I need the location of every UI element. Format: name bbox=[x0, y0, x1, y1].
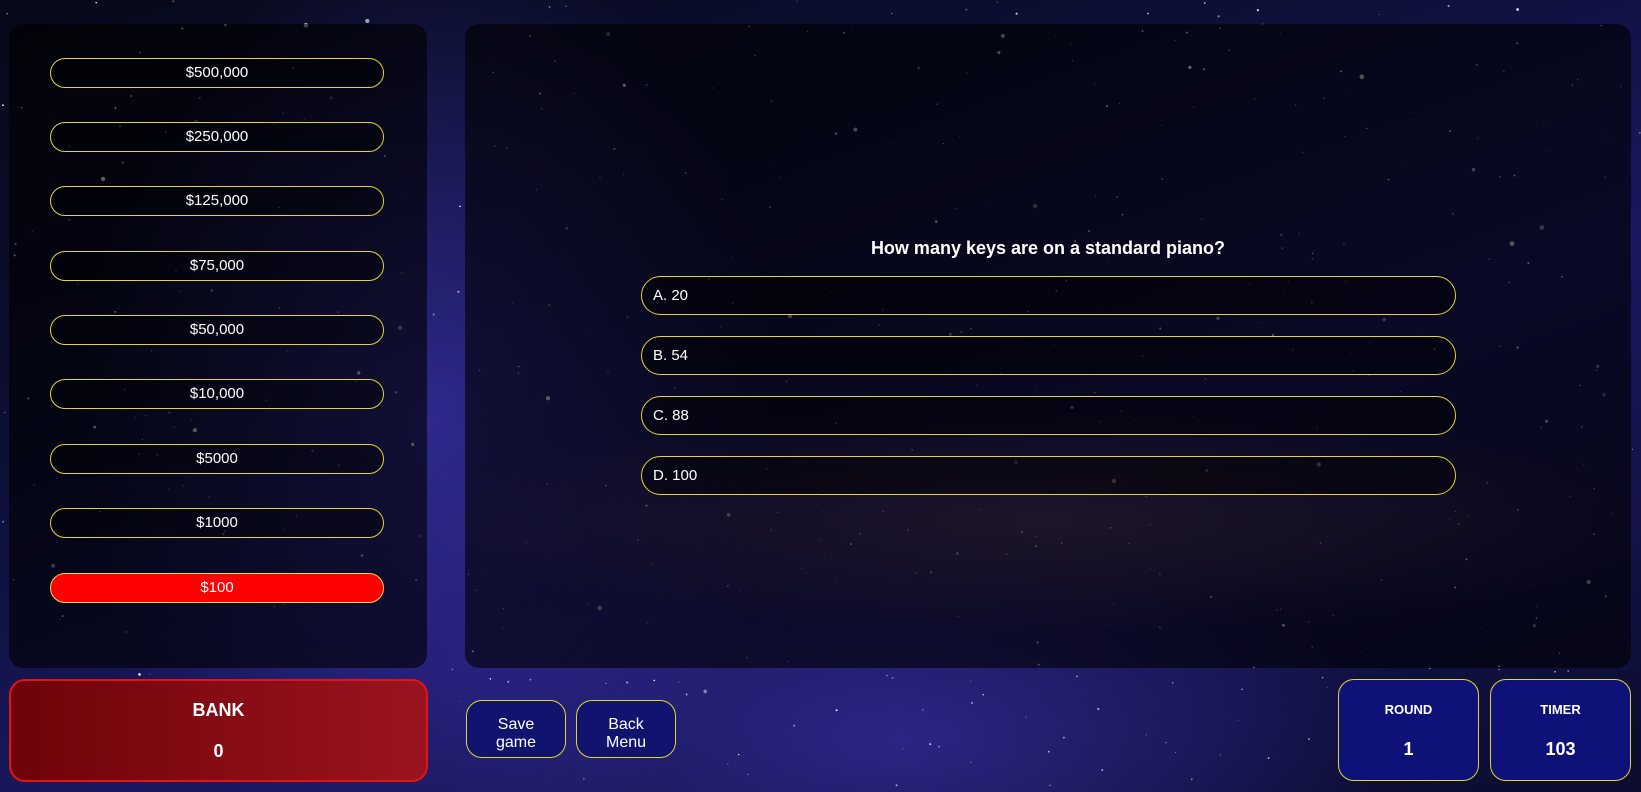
prize-level-125000: $125,000 bbox=[50, 186, 384, 216]
back-menu-label-line2: Menu bbox=[605, 733, 647, 751]
question-panel: How many keys are on a standard piano? A… bbox=[465, 24, 1631, 668]
prize-level-75000: $75,000 bbox=[50, 251, 384, 281]
answer-option-d[interactable]: D. 100 bbox=[641, 456, 1456, 495]
prize-ladder: $500,000 $250,000 $125,000 $75,000 $50,0… bbox=[9, 24, 427, 668]
prize-level-100-current: $100 bbox=[50, 573, 384, 603]
prize-level-10000: $10,000 bbox=[50, 379, 384, 409]
question-text: How many keys are on a standard piano? bbox=[870, 238, 1226, 258]
back-menu-button[interactable]: Back Menu bbox=[576, 700, 676, 758]
bank-box: BANK 0 bbox=[9, 679, 428, 782]
prize-level-500000: $500,000 bbox=[50, 58, 384, 88]
timer-value: 103 bbox=[1545, 739, 1576, 759]
bank-label: BANK bbox=[192, 700, 245, 720]
save-game-label-line2: game bbox=[495, 733, 537, 751]
round-box: ROUND 1 bbox=[1338, 679, 1479, 781]
bank-value: 0 bbox=[213, 741, 224, 761]
round-value: 1 bbox=[1403, 739, 1414, 759]
round-label: ROUND bbox=[1384, 702, 1433, 717]
prize-level-5000: $5000 bbox=[50, 444, 384, 474]
answer-option-a[interactable]: A. 20 bbox=[641, 276, 1456, 315]
timer-box: TIMER 103 bbox=[1490, 679, 1631, 781]
prize-level-250000: $250,000 bbox=[50, 122, 384, 152]
timer-label: TIMER bbox=[1540, 702, 1581, 717]
answer-option-b[interactable]: B. 54 bbox=[641, 336, 1456, 375]
prize-level-1000: $1000 bbox=[50, 508, 384, 538]
answer-option-c[interactable]: C. 88 bbox=[641, 396, 1456, 435]
back-menu-label-line1: Back bbox=[608, 715, 644, 733]
save-game-button[interactable]: Save game bbox=[466, 700, 566, 758]
save-game-label-line1: Save bbox=[497, 715, 535, 733]
prize-level-50000: $50,000 bbox=[50, 315, 384, 345]
